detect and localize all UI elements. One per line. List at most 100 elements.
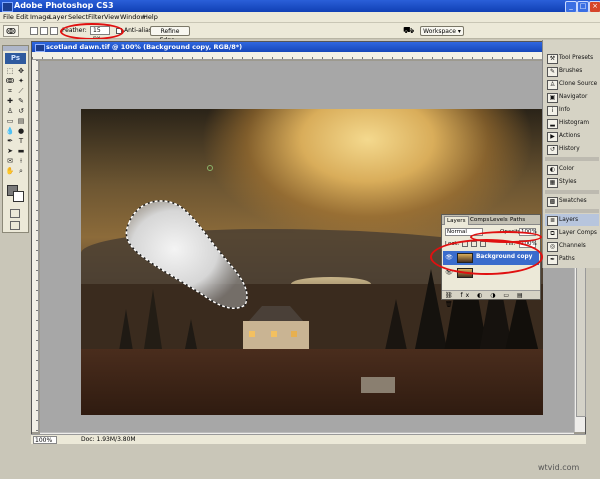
document-title: scotland dawn.tif @ 100% (Background cop…: [46, 43, 243, 51]
bridge-icon[interactable]: ⛟: [403, 26, 417, 36]
add-to-selection-icon[interactable]: [40, 27, 48, 35]
menu-edit[interactable]: Edit: [16, 13, 29, 21]
zoom-tool-icon[interactable]: ⌕: [16, 167, 26, 176]
layers-tab-row: Layers Comps Levels Paths: [442, 215, 540, 225]
history-brush-icon[interactable]: ↺: [16, 107, 26, 116]
dock-styles[interactable]: ▦ Styles: [545, 176, 599, 188]
workspace-button[interactable]: Workspace ▾: [420, 26, 464, 36]
tool-presets-icon: ⚒: [547, 54, 558, 64]
eraser-tool-icon[interactable]: ▭: [5, 117, 15, 126]
menu-help[interactable]: Help: [143, 13, 158, 21]
background-color-swatch[interactable]: [13, 191, 24, 202]
pen-tool-icon[interactable]: ✒: [5, 137, 15, 146]
layer-comps-icon: ⧉: [547, 229, 558, 239]
dock-actions[interactable]: ▶ Actions: [545, 130, 599, 142]
document-icon: [35, 44, 45, 52]
lasso-tool-preset-icon[interactable]: ↂ: [3, 25, 19, 37]
options-bar: ↂ Feather: 15 px Anti-alias Refine Edge.…: [0, 23, 600, 44]
menu-select[interactable]: Select: [68, 13, 88, 21]
dock-navigator[interactable]: ▣ Navigator: [545, 91, 599, 103]
doc-size-info[interactable]: Doc: 1.93M/3.80M: [81, 436, 136, 443]
paths-icon: ✒: [547, 255, 558, 265]
dock-paths[interactable]: ✒ Paths: [545, 253, 599, 265]
gradient-tool-icon[interactable]: ▤: [16, 117, 26, 126]
menu-image[interactable]: Image: [30, 13, 50, 21]
toolbox-header[interactable]: [3, 46, 28, 51]
screen-mode-icon[interactable]: [10, 221, 20, 230]
dock-separator[interactable]: [545, 209, 599, 213]
menu-bar: File Edit Image Layer Select Filter View…: [0, 12, 600, 23]
magic-wand-icon[interactable]: ✦: [16, 77, 26, 86]
path-selection-icon[interactable]: ➤: [5, 147, 15, 156]
menu-view[interactable]: View: [104, 13, 119, 21]
house-window: [291, 331, 297, 337]
brush-cursor: [207, 165, 213, 171]
shape-tool-icon[interactable]: ▬: [16, 147, 26, 156]
move-tool-icon[interactable]: ✥: [16, 67, 26, 76]
dock-info-label: Info: [559, 107, 570, 113]
dock-histogram[interactable]: ▂ Histogram: [545, 117, 599, 129]
vertical-ruler: [32, 60, 39, 432]
marquee-tool-icon[interactable]: ⬚: [5, 67, 15, 76]
watermark: wtvid.com: [538, 463, 580, 472]
type-tool-icon[interactable]: T: [16, 137, 26, 146]
clone-source-icon: ♙: [547, 80, 558, 90]
dock-tool-presets-label: Tool Presets: [559, 55, 594, 61]
subtract-selection-icon[interactable]: [50, 27, 58, 35]
dock-actions-label: Actions: [559, 133, 581, 139]
dock-swatches-label: Swatches: [559, 198, 587, 204]
dock-history[interactable]: ↺ History: [545, 143, 599, 155]
layers-footer-icons[interactable]: ⛓ fx ◐ ◑ ▭ ▤ 🗑: [442, 290, 540, 308]
notes-tool-icon[interactable]: ✉: [5, 157, 15, 166]
menu-filter[interactable]: Filter: [88, 13, 104, 21]
clone-stamp-icon[interactable]: ♙: [5, 107, 15, 116]
toolbox: Ps ⬚ ✥ ↂ ✦ ⌗ ⟋ ✚ ✎ ♙ ↺ ▭ ▤ 💧 ● ✒ T ➤ ▬ ✉…: [2, 45, 29, 233]
dock-brushes[interactable]: ✎ Brushes: [545, 65, 599, 77]
tab-paths[interactable]: Paths: [508, 216, 527, 225]
new-selection-icon[interactable]: [30, 27, 38, 35]
dock-tool-presets[interactable]: ⚒ Tool Presets: [545, 52, 599, 64]
tab-layers[interactable]: Layers: [444, 216, 469, 225]
zoom-field[interactable]: 100%: [33, 436, 57, 444]
dock-channels-label: Channels: [559, 243, 586, 249]
dock-layers-label: Layers: [559, 217, 579, 223]
slice-tool-icon[interactable]: ⟋: [16, 87, 26, 96]
quick-mask-icon[interactable]: [10, 209, 20, 218]
horizontal-ruler: [32, 52, 585, 60]
channels-icon: ◎: [547, 242, 558, 252]
hand-tool-icon[interactable]: ✋: [5, 167, 15, 176]
dock-swatches[interactable]: ▩ Swatches: [545, 195, 599, 207]
feathered-selection[interactable]: [119, 193, 259, 313]
dock-color[interactable]: ◐ Color: [545, 163, 599, 175]
feather-highlight-ring: [60, 23, 124, 40]
dock-layer-comps[interactable]: ⧉ Layer Comps: [545, 227, 599, 239]
dock-info[interactable]: i Info: [545, 104, 599, 116]
antialias-label: Anti-alias: [124, 27, 152, 34]
app-title: Adobe Photoshop CS3: [14, 1, 114, 10]
refine-edge-button[interactable]: Refine Edge...: [150, 26, 190, 44]
dock-channels[interactable]: ◎ Channels: [545, 240, 599, 252]
dock-clone-source[interactable]: ♙ Clone Source: [545, 78, 599, 90]
healing-brush-icon[interactable]: ✚: [5, 97, 15, 106]
swatches-icon: ▩: [547, 197, 558, 207]
menu-layer[interactable]: Layer: [49, 13, 67, 21]
status-bar: 100% Doc: 1.93M/3.80M: [31, 434, 586, 444]
dock-separator[interactable]: [545, 190, 599, 194]
tab-levels[interactable]: Levels: [488, 216, 510, 225]
menu-file[interactable]: File: [3, 13, 14, 21]
histogram-icon: ▂: [547, 119, 558, 129]
app-title-bar: Adobe Photoshop CS3 _ □ ×: [0, 0, 600, 13]
lasso-tool-icon[interactable]: ↂ: [5, 77, 15, 86]
dock-paths-label: Paths: [559, 256, 575, 262]
dock-color-label: Color: [559, 166, 575, 172]
menu-window[interactable]: Window: [120, 13, 146, 21]
crop-tool-icon[interactable]: ⌗: [5, 87, 15, 96]
dodge-tool-icon[interactable]: ●: [16, 127, 26, 136]
brush-tool-icon[interactable]: ✎: [16, 97, 26, 106]
document-title-bar[interactable]: scotland dawn.tif @ 100% (Background cop…: [32, 42, 585, 52]
eyedropper-icon[interactable]: ⟊: [16, 157, 26, 166]
house-window: [271, 331, 277, 337]
dock-separator[interactable]: [545, 157, 599, 161]
blur-tool-icon[interactable]: 💧: [5, 127, 15, 136]
dock-layers[interactable]: ≣ Layers: [545, 214, 599, 226]
